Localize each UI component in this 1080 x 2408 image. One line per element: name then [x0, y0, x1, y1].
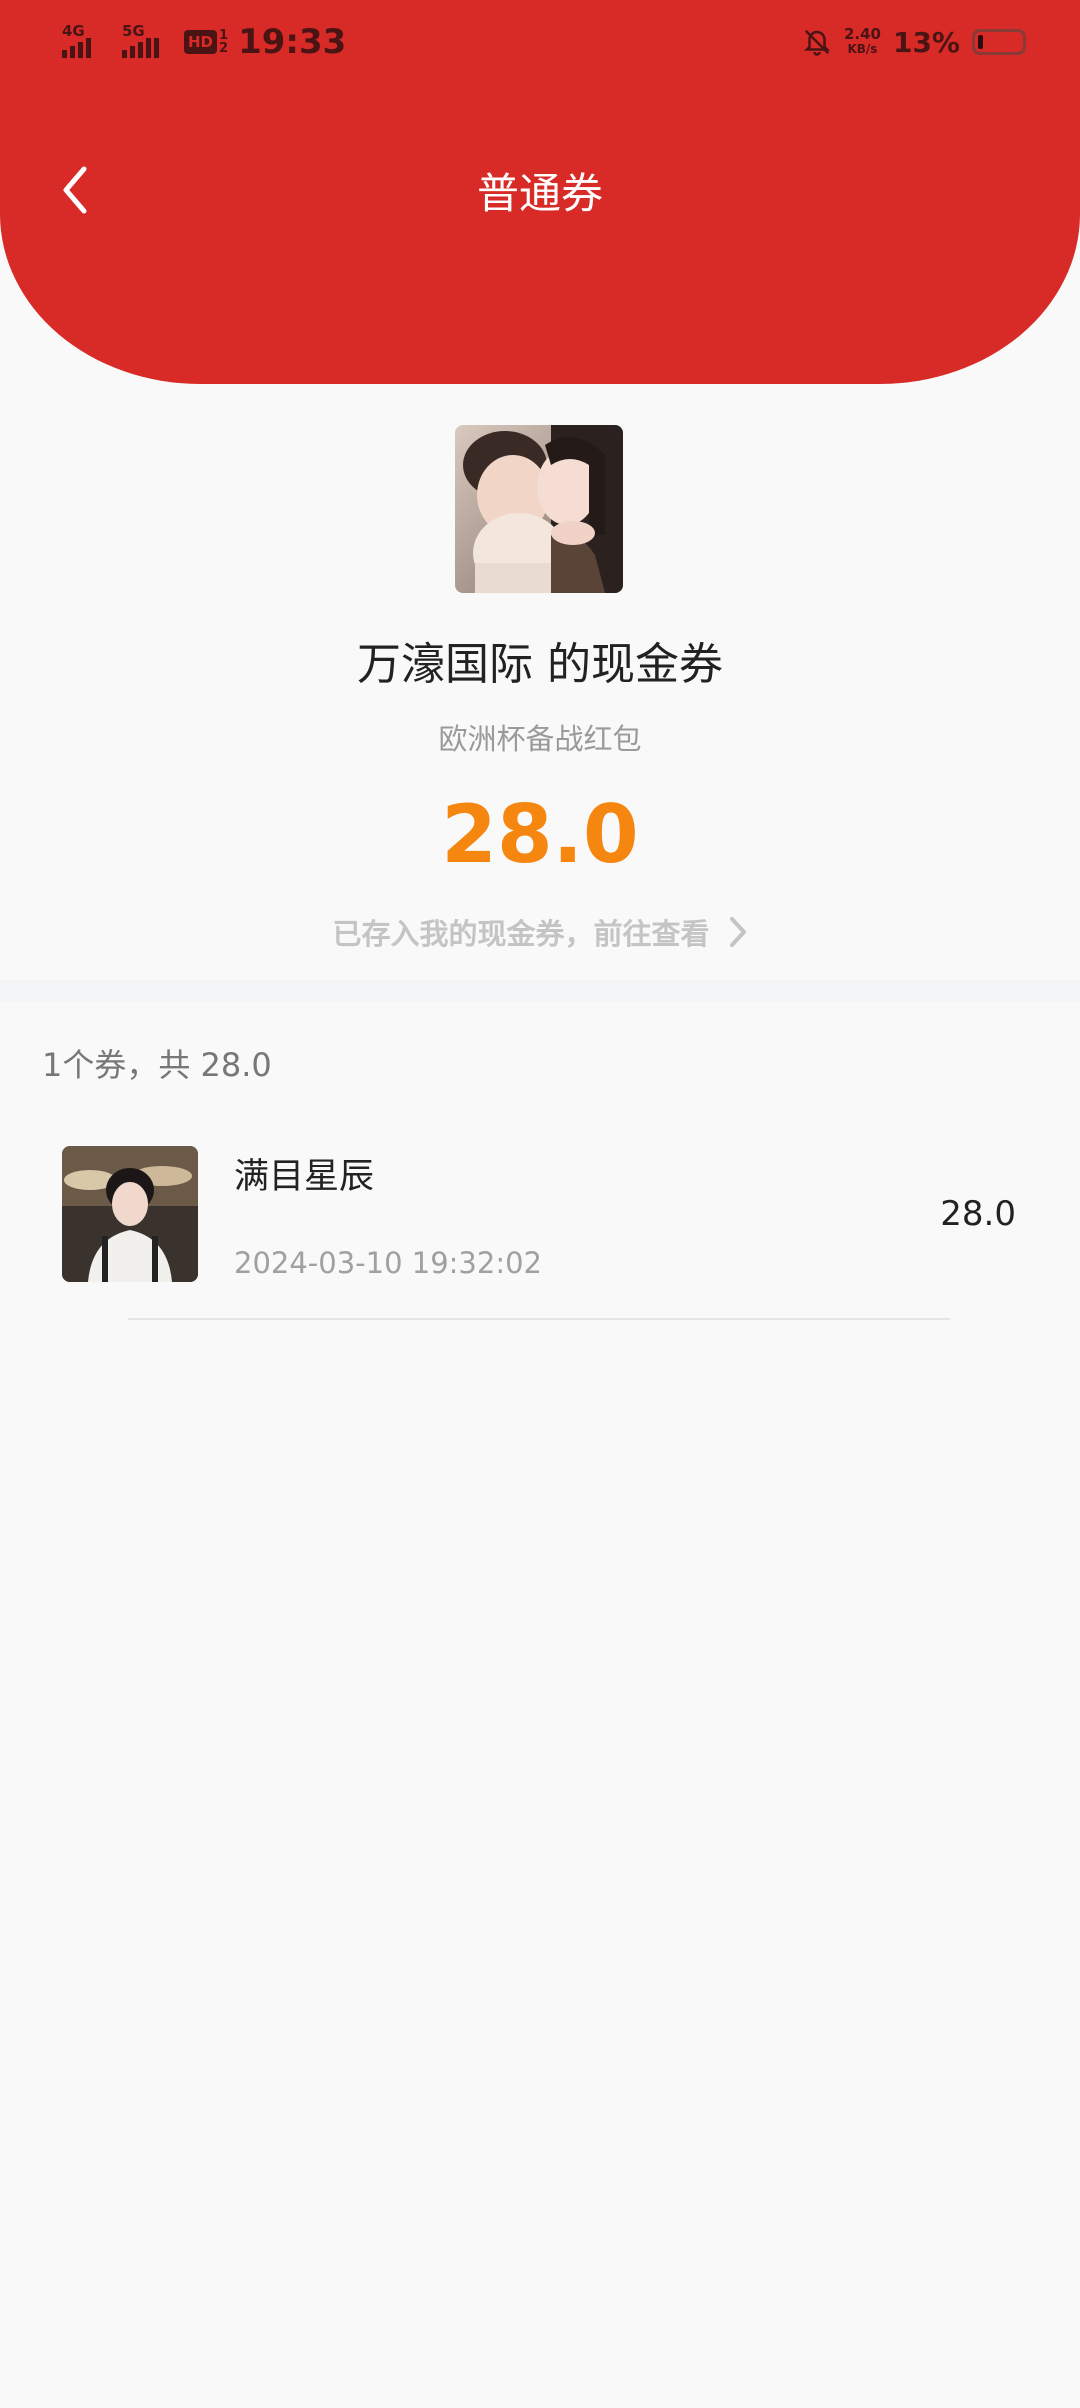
coupon-detail-page: 4G 5G HD 12 19:33 2.40 KB/s 13% 普通券 万濠国际… [0, 0, 1080, 2408]
battery-percent: 13% [892, 25, 960, 59]
signal-icon: 5G [122, 22, 176, 62]
list-item-divider [128, 1318, 950, 1320]
network-speed: 2.40 KB/s [843, 25, 881, 57]
avatar [62, 1146, 198, 1282]
item-amount: 28.0 [940, 1194, 1016, 1234]
list-item[interactable]: 满目星辰 2024-03-10 19:32:02 28.0 [0, 1130, 1080, 1330]
hd-volte-icon: HD 12 [184, 29, 228, 55]
chevron-right-icon [729, 917, 746, 947]
bell-off-icon [803, 29, 830, 56]
status-left: 4G 5G HD 12 19:33 [62, 18, 346, 66]
item-name: 满目星辰 [234, 1157, 375, 1197]
battery-icon [972, 29, 1026, 55]
page-title: 普通券 [476, 169, 603, 218]
status-time: 19:33 [238, 22, 347, 62]
coupon-subtitle: 欧洲杯备战红包 [438, 722, 642, 756]
section-divider [0, 980, 1080, 1002]
list-summary: 1个券，共 28.0 [42, 1046, 272, 1084]
sender-avatar [455, 425, 623, 593]
item-time: 2024-03-10 19:32:02 [234, 1246, 542, 1280]
coupon-title: 万濠国际 的现金券 [357, 639, 723, 690]
status-bar: 4G 5G HD 12 19:33 2.40 KB/s 13% [0, 0, 1080, 84]
signal-icon: 4G [62, 22, 116, 62]
status-right: 2.40 KB/s 13% [802, 18, 1026, 66]
coupon-amount: 28.0 [441, 788, 639, 881]
view-my-coupons-link[interactable]: 已存入我的现金券，前往查看 [0, 910, 1080, 954]
view-link-text: 已存入我的现金券，前往查看 [332, 917, 710, 951]
